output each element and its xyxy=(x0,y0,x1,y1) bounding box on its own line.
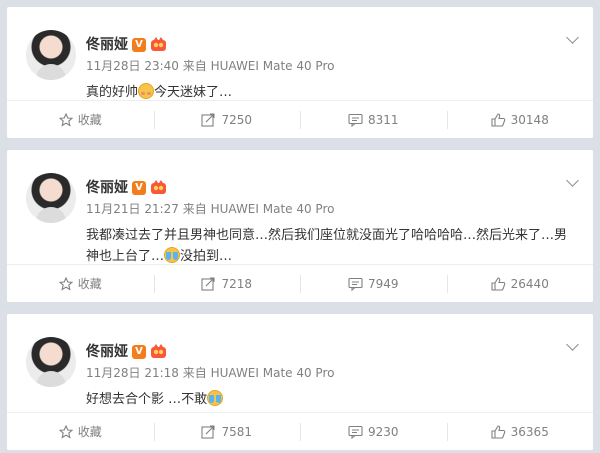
like-button[interactable]: 36365 xyxy=(446,413,594,450)
favorite-button[interactable]: 收藏 xyxy=(7,413,154,450)
post-card: 佟丽娅 V 11月21日 21:27 来自 HUAWEI Mate 40 Pro… xyxy=(7,150,593,302)
fan-badge-icon xyxy=(151,344,166,358)
repost-icon xyxy=(201,424,216,439)
post-text-part: 我都凑过去了并且男神也同意…然后我们座位就没面光了哈哈哈哈…然后光来了…男神也上… xyxy=(86,228,568,264)
comment-button[interactable]: 7949 xyxy=(300,265,447,302)
like-count: 30148 xyxy=(510,112,549,127)
repost-button[interactable]: 7250 xyxy=(153,101,301,138)
vip-badge-icon: V xyxy=(132,38,146,52)
comment-count: 8311 xyxy=(367,112,399,127)
repost-icon xyxy=(201,112,216,127)
shy-emoji-icon xyxy=(138,83,155,99)
comment-button[interactable]: 8311 xyxy=(300,101,447,138)
favorite-label: 收藏 xyxy=(77,113,102,127)
star-icon xyxy=(58,112,73,127)
like-button[interactable]: 26440 xyxy=(446,265,594,302)
avatar[interactable] xyxy=(26,30,76,80)
favorite-button[interactable]: 收藏 xyxy=(7,101,154,138)
comment-icon xyxy=(348,277,363,291)
comment-icon xyxy=(348,425,363,439)
post-meta: 11月28日 23:40 来自 HUAWEI Mate 40 Pro xyxy=(86,59,334,73)
like-count: 26440 xyxy=(510,276,549,291)
favorite-label: 收藏 xyxy=(77,425,102,439)
fan-badge-icon xyxy=(151,37,166,51)
repost-button[interactable]: 7218 xyxy=(153,265,301,302)
star-icon xyxy=(58,424,73,439)
post-text-part: 好想去合个影 …不敢 xyxy=(86,392,208,407)
thumbs-up-icon xyxy=(491,424,505,439)
author-name[interactable]: 佟丽娅 xyxy=(86,37,128,53)
favorite-label: 收藏 xyxy=(77,277,102,291)
post-meta: 11月28日 21:18 来自 HUAWEI Mate 40 Pro xyxy=(86,366,334,380)
repost-count: 7581 xyxy=(221,424,253,439)
post-source: 来自 HUAWEI Mate 40 Pro xyxy=(182,366,335,380)
cry-emoji-icon xyxy=(164,247,181,263)
repost-count: 7218 xyxy=(221,276,253,291)
post-text-part: 真的好帅 xyxy=(86,85,139,100)
post-time[interactable]: 11月28日 23:40 xyxy=(86,59,179,73)
post-source: 来自 HUAWEI Mate 40 Pro xyxy=(182,59,335,73)
post-text-part: 今天迷妹了… xyxy=(154,85,233,100)
repost-count: 7250 xyxy=(221,112,253,127)
post-time[interactable]: 11月21日 21:27 xyxy=(86,202,179,216)
post-card: 佟丽娅 V 11月28日 21:18 来自 HUAWEI Mate 40 Pro… xyxy=(7,314,593,450)
comment-icon xyxy=(348,113,363,127)
post-actions: 收藏 7581 9230 36365 xyxy=(7,412,593,450)
post-meta: 11月21日 21:27 来自 HUAWEI Mate 40 Pro xyxy=(86,202,334,216)
post-text-part: 没拍到… xyxy=(180,249,233,264)
post-source: 来自 HUAWEI Mate 40 Pro xyxy=(182,202,335,216)
comment-button[interactable]: 9230 xyxy=(300,413,447,450)
chevron-down-icon[interactable] xyxy=(566,174,579,187)
like-count: 36365 xyxy=(510,424,549,439)
like-button[interactable]: 30148 xyxy=(446,101,594,138)
post-text: 好想去合个影 …不敢 xyxy=(86,389,576,410)
post-actions: 收藏 7218 7949 26440 xyxy=(7,264,593,302)
author-name[interactable]: 佟丽娅 xyxy=(86,344,128,360)
post-text: 我都凑过去了并且男神也同意…然后我们座位就没面光了哈哈哈哈…然后光来了…男神也上… xyxy=(86,225,576,267)
post-time[interactable]: 11月28日 21:18 xyxy=(86,366,179,380)
repost-icon xyxy=(201,276,216,291)
author-name[interactable]: 佟丽娅 xyxy=(86,180,128,196)
vip-badge-icon: V xyxy=(132,181,146,195)
post-card: 佟丽娅 V 11月28日 23:40 来自 HUAWEI Mate 40 Pro… xyxy=(7,7,593,138)
avatar[interactable] xyxy=(26,337,76,387)
star-icon xyxy=(58,276,73,291)
comment-count: 7949 xyxy=(367,276,399,291)
fan-badge-icon xyxy=(151,180,166,194)
favorite-button[interactable]: 收藏 xyxy=(7,265,154,302)
repost-button[interactable]: 7581 xyxy=(153,413,301,450)
chevron-down-icon[interactable] xyxy=(566,31,579,44)
post-actions: 收藏 7250 8311 30148 xyxy=(7,100,593,138)
thumbs-up-icon xyxy=(491,276,505,291)
vip-badge-icon: V xyxy=(132,345,146,359)
cry-emoji-icon xyxy=(207,390,224,406)
thumbs-up-icon xyxy=(491,112,505,127)
avatar[interactable] xyxy=(26,173,76,223)
chevron-down-icon[interactable] xyxy=(566,338,579,351)
comment-count: 9230 xyxy=(367,424,399,439)
